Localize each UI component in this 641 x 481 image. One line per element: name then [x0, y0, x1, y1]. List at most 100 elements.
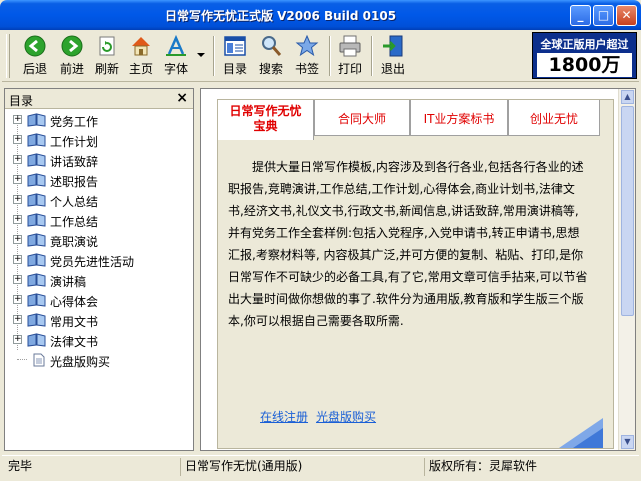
status-bar: 完毕 日常写作无忧(通用版) 版权所有：灵犀软件: [2, 455, 639, 477]
tree-item-label: 工作计划: [50, 135, 99, 149]
tree-item[interactable]: + 个人总结: [5, 190, 193, 210]
bookmark-star-icon: [295, 34, 319, 57]
tab-it-proposal-label: IT业方案标书: [423, 112, 495, 126]
expand-icon[interactable]: +: [13, 295, 22, 304]
title-bar[interactable]: 日常写作无忧正式版 V2006 Build 0105 _ □ ✕: [0, 0, 641, 30]
tab-contract[interactable]: 合同大师: [314, 100, 410, 136]
bookmark-label: 书签: [294, 62, 319, 76]
status-left: 完毕: [8, 459, 33, 473]
expand-icon[interactable]: +: [13, 315, 22, 324]
tab-startup[interactable]: 创业无忧: [508, 100, 600, 136]
book-icon: [27, 313, 46, 327]
maximize-button[interactable]: □: [593, 5, 614, 26]
tree-item-label: 竟职演说: [50, 235, 99, 249]
tab-writing-line1: 日常写作无忧: [229, 104, 302, 118]
directory-header: 目录 ×: [5, 89, 193, 109]
home-icon: [132, 37, 150, 56]
tab-writing[interactable]: 日常写作无忧 宝典: [218, 100, 314, 140]
tree-item[interactable]: + 竟职演说: [5, 230, 193, 250]
expand-icon[interactable]: +: [13, 195, 22, 204]
refresh-icon: [99, 36, 115, 56]
ad-banner[interactable]: 全球正版用户超过 1800万: [532, 32, 637, 79]
back-button[interactable]: 后退: [16, 33, 54, 79]
font-dropdown-button[interactable]: [195, 33, 207, 79]
expand-icon[interactable]: +: [13, 155, 22, 164]
expand-icon[interactable]: +: [13, 175, 22, 184]
tree-item[interactable]: + 讲话致辞: [5, 150, 193, 170]
font-button[interactable]: 字体: [158, 33, 194, 79]
tree-item-label: 法律文书: [50, 335, 99, 349]
scroll-thumb[interactable]: [621, 106, 634, 316]
expand-icon[interactable]: +: [13, 115, 22, 124]
forward-button[interactable]: 前进: [54, 33, 90, 79]
toc-button[interactable]: 目录: [218, 33, 252, 79]
scroll-up-button[interactable]: ▲: [621, 90, 634, 104]
printer-icon: [339, 35, 361, 57]
book-icon: [27, 233, 46, 247]
buy-cd-link[interactable]: 光盘版购买: [316, 410, 376, 424]
tree-item-label: 个人总结: [50, 195, 99, 209]
book-icon: [27, 293, 46, 307]
minimize-button[interactable]: _: [570, 5, 591, 26]
tree-item[interactable]: + 述职报告: [5, 170, 193, 190]
book-icon: [27, 153, 46, 167]
vertical-scrollbar[interactable]: ▲ ▼: [618, 89, 635, 450]
window-title: 日常写作无忧正式版 V2006 Build 0105: [164, 9, 397, 23]
document-icon: [33, 353, 45, 367]
tree-item[interactable]: + 心得体会: [5, 290, 193, 310]
expand-icon[interactable]: +: [13, 215, 22, 224]
register-link[interactable]: 在线注册: [260, 410, 308, 424]
toc-icon: [224, 36, 246, 56]
link-row: 在线注册 光盘版购买: [260, 408, 384, 425]
expand-icon[interactable]: +: [13, 275, 22, 284]
minimize-icon: _: [577, 8, 584, 22]
font-icon: [166, 34, 186, 56]
chevron-down-icon: [197, 53, 205, 57]
home-button[interactable]: 主页: [124, 33, 158, 79]
exit-button[interactable]: 退出: [376, 33, 410, 79]
directory-title: 目录: [9, 94, 34, 108]
search-button[interactable]: 搜索: [254, 33, 288, 79]
toolbar-separator: [371, 36, 373, 76]
refresh-button[interactable]: 刷新: [90, 33, 124, 79]
tree-item-label: 常用文书: [50, 315, 99, 329]
tree-item[interactable]: + 党员先进性活动: [5, 250, 193, 270]
toolbar-grip[interactable]: [6, 34, 10, 78]
bookmark-button[interactable]: 书签: [290, 33, 324, 79]
toolbar: 后退 前进 刷新 主页 字体 目录 搜索 书签 打印 退出 全球正版用户超过 1…: [2, 30, 639, 82]
tree-item[interactable]: + 党务工作: [5, 110, 193, 130]
ad-line1: 全球正版用户超过: [540, 38, 629, 51]
book-icon: [27, 253, 46, 267]
expand-icon[interactable]: +: [13, 335, 22, 344]
close-button[interactable]: ✕: [616, 5, 637, 26]
tree-item[interactable]: + 工作总结: [5, 210, 193, 230]
toc-label: 目录: [222, 62, 247, 76]
tab-contract-label: 合同大师: [337, 112, 386, 126]
toolbar-separator: [213, 36, 215, 76]
tab-it-proposal[interactable]: IT业方案标书: [410, 100, 508, 136]
scroll-down-button[interactable]: ▼: [621, 435, 634, 449]
back-label: 后退: [22, 62, 47, 76]
search-label: 搜索: [258, 62, 283, 76]
print-button[interactable]: 打印: [333, 33, 367, 79]
expand-icon[interactable]: +: [13, 135, 22, 144]
print-label: 打印: [337, 62, 362, 76]
exit-icon: [383, 35, 403, 57]
content-panel: 日常写作无忧 宝典 合同大师 IT业方案标书 创业无忧 提供大量日常写作模板,内容…: [200, 88, 636, 451]
close-icon: ✕: [621, 8, 632, 22]
tree-item-label: 工作总结: [50, 215, 99, 229]
book-icon: [27, 213, 46, 227]
book-icon: [27, 333, 46, 347]
content-page: 日常写作无忧 宝典 合同大师 IT业方案标书 创业无忧 提供大量日常写作模板,内容…: [217, 99, 614, 449]
tree-item[interactable]: + 常用文书: [5, 310, 193, 330]
expand-icon[interactable]: +: [13, 235, 22, 244]
directory-close-icon[interactable]: ×: [176, 90, 188, 106]
tree-item-label: 党员先进性活动: [50, 255, 135, 269]
tree-item[interactable]: 光盘版购买: [5, 350, 193, 370]
tree-item[interactable]: + 工作计划: [5, 130, 193, 150]
expand-icon[interactable]: +: [13, 255, 22, 264]
tree-item[interactable]: + 演讲稿: [5, 270, 193, 290]
tree-item-label: 述职报告: [50, 175, 99, 189]
tree-item[interactable]: + 法律文书: [5, 330, 193, 350]
refresh-label: 刷新: [94, 62, 119, 76]
